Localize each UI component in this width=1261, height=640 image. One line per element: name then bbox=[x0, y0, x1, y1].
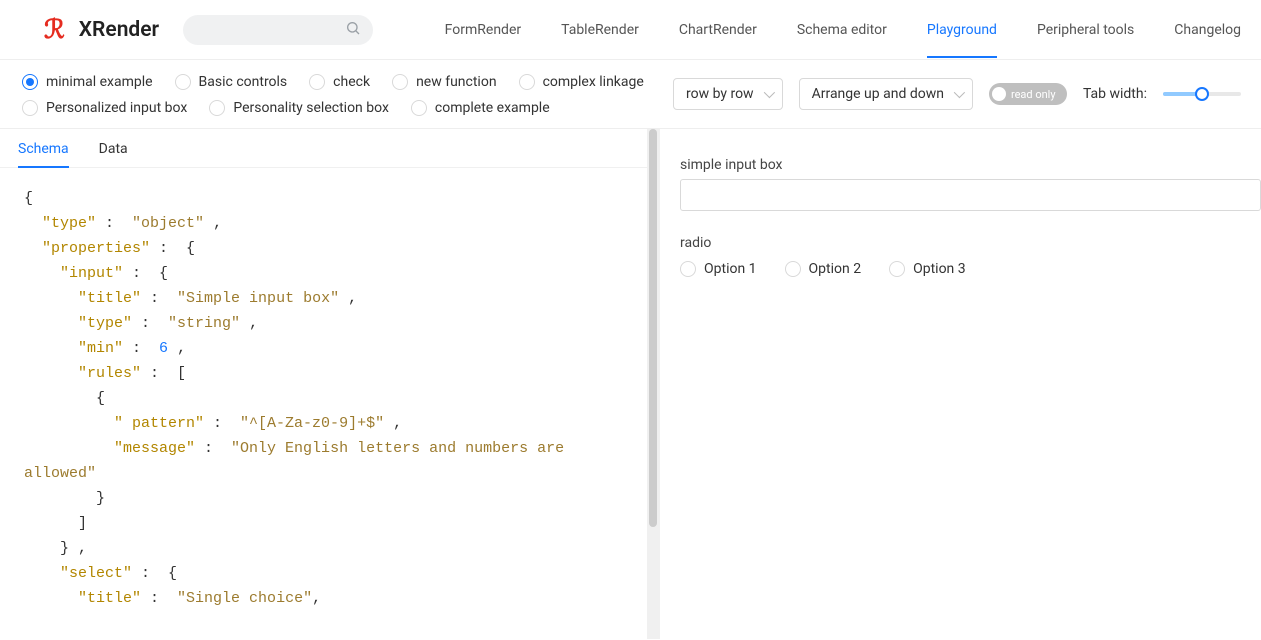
example-label: Personalized input box bbox=[46, 100, 187, 116]
logo-icon: ℛ bbox=[44, 15, 65, 45]
radio-icon bbox=[175, 74, 191, 90]
example-minimal[interactable]: minimal example bbox=[22, 74, 153, 90]
main-area: Schema Data { "type" : "object" , "prope… bbox=[0, 129, 1261, 639]
example-label: check bbox=[333, 74, 370, 90]
radio-icon bbox=[680, 261, 696, 277]
radio-icon bbox=[22, 74, 38, 90]
radio-icon bbox=[411, 100, 427, 116]
layout-select-row[interactable]: row by row bbox=[673, 78, 783, 110]
slider-handle[interactable] bbox=[1195, 87, 1209, 101]
nav-formrender[interactable]: FormRender bbox=[445, 2, 521, 58]
example-radio-group: minimal example Basic controls check new… bbox=[22, 74, 662, 116]
radio-option-label: Option 3 bbox=[913, 261, 966, 277]
scrollbar-thumb[interactable] bbox=[649, 129, 657, 527]
tab-width-label: Tab width: bbox=[1083, 86, 1147, 102]
brand-text: XRender bbox=[79, 18, 159, 42]
preview-radio-3[interactable]: Option 3 bbox=[889, 261, 966, 277]
preview-input-group: simple input box bbox=[680, 157, 1261, 211]
switch-handle bbox=[992, 87, 1006, 101]
main-nav: FormRender TableRender ChartRender Schem… bbox=[445, 2, 1241, 58]
example-personalized-input[interactable]: Personalized input box bbox=[22, 100, 187, 116]
radio-icon bbox=[785, 261, 801, 277]
example-complete[interactable]: complete example bbox=[411, 100, 550, 116]
radio-option-label: Option 1 bbox=[704, 261, 757, 277]
preview-input-label: simple input box bbox=[680, 157, 1261, 173]
search-icon bbox=[345, 20, 361, 40]
example-new-function[interactable]: new function bbox=[392, 74, 497, 90]
editor-tabs: Schema Data bbox=[0, 129, 659, 168]
tab-schema[interactable]: Schema bbox=[18, 141, 69, 167]
example-label: complex linkage bbox=[543, 74, 644, 90]
example-check[interactable]: check bbox=[309, 74, 370, 90]
schema-editor[interactable]: { "type" : "object" , "properties" : { "… bbox=[0, 168, 659, 639]
readonly-switch[interactable]: read only bbox=[989, 83, 1067, 105]
nav-playground[interactable]: Playground bbox=[927, 2, 997, 58]
preview-radio-options: Option 1 Option 2 Option 3 bbox=[680, 261, 1261, 277]
preview-radio-2[interactable]: Option 2 bbox=[785, 261, 862, 277]
preview-radio-label: radio bbox=[680, 235, 1261, 251]
preview-radio-group: radio Option 1 Option 2 Option 3 bbox=[680, 235, 1261, 277]
select-value: row by row bbox=[686, 86, 754, 102]
logo[interactable]: ℛ XRender bbox=[44, 15, 159, 45]
tab-width-slider[interactable] bbox=[1163, 92, 1241, 96]
switch-text: read only bbox=[1011, 88, 1056, 101]
nav-schema-editor[interactable]: Schema editor bbox=[797, 2, 887, 58]
layout-select-arrange[interactable]: Arrange up and down bbox=[799, 78, 973, 110]
example-complex-linkage[interactable]: complex linkage bbox=[519, 74, 644, 90]
radio-icon bbox=[209, 100, 225, 116]
editor-panel: Schema Data { "type" : "object" , "prope… bbox=[0, 129, 660, 639]
example-basic-controls[interactable]: Basic controls bbox=[175, 74, 288, 90]
radio-icon bbox=[22, 100, 38, 116]
example-label: minimal example bbox=[46, 74, 153, 90]
radio-option-label: Option 2 bbox=[809, 261, 862, 277]
preview-input[interactable] bbox=[680, 179, 1261, 211]
search-input[interactable] bbox=[183, 15, 373, 45]
nav-chartrender[interactable]: ChartRender bbox=[679, 2, 757, 58]
select-value: Arrange up and down bbox=[812, 86, 944, 102]
radio-icon bbox=[519, 74, 535, 90]
radio-icon bbox=[392, 74, 408, 90]
example-label: new function bbox=[416, 74, 497, 90]
nav-changelog[interactable]: Changelog bbox=[1174, 2, 1241, 58]
tab-data[interactable]: Data bbox=[99, 141, 128, 167]
preview-radio-1[interactable]: Option 1 bbox=[680, 261, 757, 277]
nav-tablerender[interactable]: TableRender bbox=[561, 2, 639, 58]
app-header: ℛ XRender FormRender TableRender ChartRe… bbox=[0, 0, 1261, 60]
example-label: Basic controls bbox=[199, 74, 288, 90]
example-label: complete example bbox=[435, 100, 550, 116]
radio-icon bbox=[309, 74, 325, 90]
example-label: Personality selection box bbox=[233, 100, 389, 116]
preview-panel: simple input box radio Option 1 Option 2… bbox=[660, 129, 1261, 639]
nav-peripheral-tools[interactable]: Peripheral tools bbox=[1037, 2, 1134, 58]
example-personality-selection[interactable]: Personality selection box bbox=[209, 100, 389, 116]
radio-icon bbox=[889, 261, 905, 277]
editor-scrollbar[interactable] bbox=[647, 129, 659, 639]
playground-toolbar: minimal example Basic controls check new… bbox=[0, 60, 1261, 129]
toolbar-controls: row by row Arrange up and down read only… bbox=[673, 74, 1241, 110]
